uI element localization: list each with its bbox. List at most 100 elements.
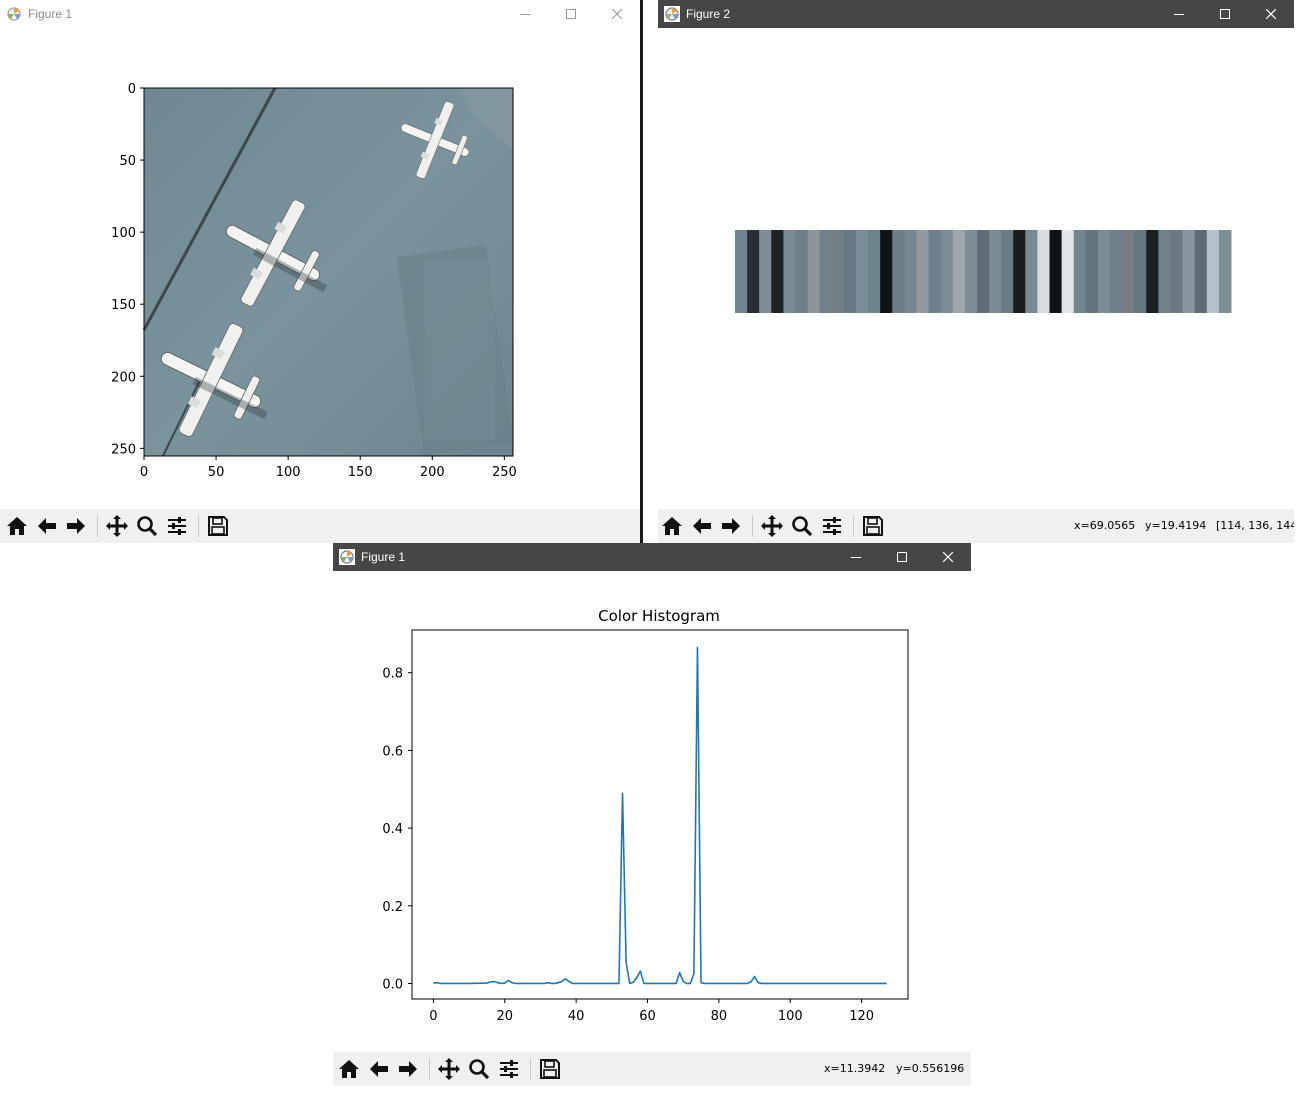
image-axes[interactable]: 0 50 100 150 200 250 0 50 100 150 200 250	[0, 28, 640, 509]
color-stripe	[1206, 230, 1220, 313]
figure1-toolbar	[0, 509, 640, 543]
subplots-icon	[823, 517, 841, 535]
x-tick-label: 150	[348, 465, 373, 480]
color-stripe	[904, 230, 917, 313]
subplots-button[interactable]	[163, 512, 191, 540]
zoom-icon	[469, 1059, 490, 1080]
toolbar-separator	[853, 515, 854, 537]
histogram-titlebar[interactable]: Figure 1	[333, 543, 971, 571]
color-stripe	[759, 230, 772, 313]
color-stripe	[868, 230, 881, 313]
color-stripe	[1122, 230, 1135, 313]
zoom-button[interactable]	[788, 512, 816, 540]
y-tick-label: 100	[111, 226, 136, 241]
forward-button[interactable]	[62, 512, 90, 540]
minimize-button[interactable]	[1156, 0, 1202, 28]
forward-arrow-icon	[399, 1061, 417, 1077]
x-tick-label: 200	[420, 465, 445, 480]
plot-area: 0 20 40 60 80 100 120 0.0 0.2 0.4 0.6 0.8	[382, 629, 909, 1024]
close-button[interactable]	[594, 0, 640, 28]
histogram-toolbar: x=11.3942 y=0.556196	[333, 1052, 971, 1086]
minimize-button[interactable]	[502, 0, 548, 28]
toolbar-separator	[752, 515, 753, 537]
close-button[interactable]	[1248, 0, 1294, 28]
save-button[interactable]	[204, 512, 232, 540]
chart-title: Color Histogram	[598, 607, 720, 625]
color-stripe	[831, 230, 845, 313]
color-stripe	[1110, 230, 1123, 313]
close-button[interactable]	[925, 543, 971, 571]
matplotlib-icon	[339, 549, 355, 565]
maximize-button[interactable]	[879, 543, 925, 571]
color-stripe	[771, 230, 784, 313]
subplots-icon	[168, 517, 186, 535]
histogram-chart[interactable]: Color Histogram 0 20 40 60 80 100 120 0.0 0.2 0.4…	[333, 571, 971, 1052]
back-button[interactable]	[33, 512, 61, 540]
toolbar-separator	[198, 515, 199, 537]
zoom-icon	[792, 516, 813, 537]
maximize-button[interactable]	[548, 0, 594, 28]
minimize-icon	[851, 557, 861, 558]
maximize-icon	[897, 552, 907, 562]
minimize-icon	[520, 14, 530, 15]
satellite-image	[134, 87, 514, 460]
x-tick-label: 100	[778, 1009, 803, 1024]
figure1-titlebar[interactable]: Figure 1	[0, 0, 640, 28]
x-tick-label: 40	[568, 1009, 585, 1024]
subplots-button[interactable]	[495, 1055, 523, 1083]
color-stripe	[976, 230, 990, 313]
subplots-button[interactable]	[818, 512, 846, 540]
close-icon	[612, 9, 622, 19]
maximize-icon	[1220, 9, 1230, 19]
color-stripe	[1194, 230, 1208, 313]
save-icon	[863, 516, 883, 536]
zoom-button[interactable]	[465, 1055, 493, 1083]
pan-icon	[438, 1058, 460, 1080]
home-button[interactable]	[3, 512, 31, 540]
color-stripe	[843, 230, 857, 313]
home-button[interactable]	[335, 1055, 363, 1083]
window-title: Figure 2	[686, 7, 731, 21]
maximize-icon	[566, 9, 576, 19]
cursor-y-readout: y=0.556196	[896, 1062, 965, 1075]
y-tick-label: 0.6	[382, 744, 403, 759]
color-stripe	[747, 230, 760, 313]
figure1-window: Figure 1 0 50 100 150 200 250 0 50 100 1…	[0, 0, 640, 543]
cursor-y-readout: y=19.4194	[1145, 519, 1207, 532]
y-ticks: 0 50 100 150 200 250	[111, 82, 144, 457]
pan-button[interactable]	[758, 512, 786, 540]
subplots-icon	[500, 1060, 518, 1078]
color-stripe	[1146, 230, 1159, 313]
color-stripe	[880, 230, 893, 313]
figure2-window: Figure 2 x=69.0565 y=19.4194 [114, 136, …	[658, 0, 1294, 543]
y-tick-label: 150	[111, 298, 136, 313]
minimize-icon	[1174, 14, 1184, 15]
save-button[interactable]	[859, 512, 887, 540]
pixel-rgb-readout: [114, 136, 144]	[1216, 519, 1294, 532]
y-tick-label: 0.8	[382, 667, 403, 682]
pan-button[interactable]	[435, 1055, 463, 1083]
histogram-series-line	[433, 646, 887, 985]
color-bar-figure[interactable]	[658, 28, 1294, 509]
maximize-button[interactable]	[1202, 0, 1248, 28]
zoom-button[interactable]	[133, 512, 161, 540]
back-button[interactable]	[688, 512, 716, 540]
color-stripe	[1025, 230, 1038, 313]
x-tick-label: 50	[208, 465, 225, 480]
color-stripe	[1218, 230, 1232, 313]
home-icon	[7, 517, 27, 535]
color-stripe	[928, 230, 942, 313]
x-tick-label: 0	[140, 465, 148, 480]
forward-button[interactable]	[717, 512, 745, 540]
save-button[interactable]	[536, 1055, 564, 1083]
pan-button[interactable]	[103, 512, 131, 540]
figure2-titlebar[interactable]: Figure 2	[658, 0, 1294, 28]
matplotlib-icon	[664, 6, 680, 22]
back-button[interactable]	[365, 1055, 393, 1083]
forward-button[interactable]	[394, 1055, 422, 1083]
minimize-button[interactable]	[833, 543, 879, 571]
home-button[interactable]	[658, 512, 686, 540]
color-stripe	[1037, 230, 1051, 313]
forward-arrow-icon	[67, 518, 85, 534]
color-stripe	[783, 230, 796, 313]
